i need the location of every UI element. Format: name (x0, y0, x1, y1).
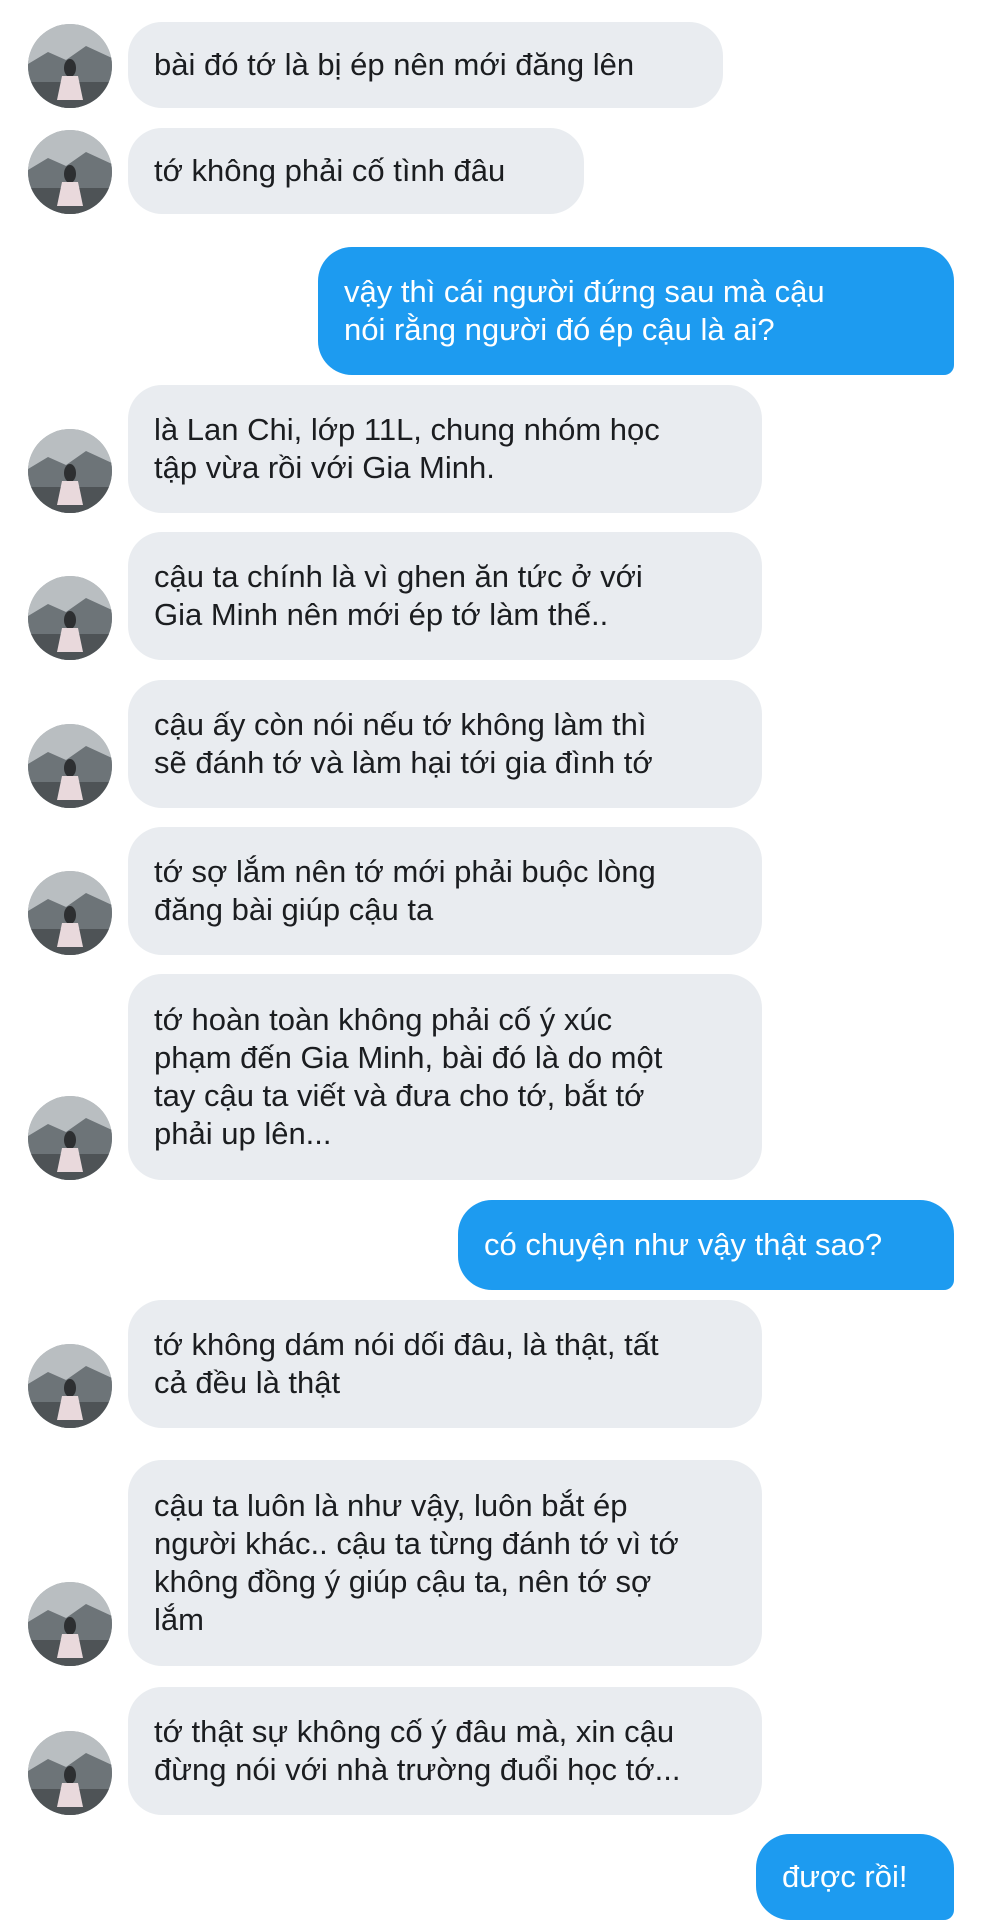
avatar-photo-icon (28, 576, 112, 660)
incoming-message-bubble[interactable]: cậu ta chính là vì ghen ăn tức ở với Gia… (128, 532, 762, 660)
incoming-message-bubble[interactable]: tớ không dám nói dối đâu, là thật, tất c… (128, 1300, 762, 1428)
outgoing-message-bubble[interactable]: vậy thì cái người đứng sau mà cậu nói rằ… (318, 247, 954, 375)
avatar-photo-icon (28, 724, 112, 808)
contact-avatar[interactable] (28, 724, 112, 808)
contact-avatar[interactable] (28, 24, 112, 108)
contact-avatar[interactable] (28, 429, 112, 513)
incoming-message-bubble[interactable]: bài đó tớ là bị ép nên mới đăng lên (128, 22, 723, 108)
contact-avatar[interactable] (28, 130, 112, 214)
contact-avatar[interactable] (28, 1096, 112, 1180)
avatar-photo-icon (28, 1096, 112, 1180)
incoming-message-bubble[interactable]: cậu ấy còn nói nếu tớ không làm thì sẽ đ… (128, 680, 762, 808)
contact-avatar[interactable] (28, 576, 112, 660)
incoming-message-bubble[interactable]: tớ thật sự không cố ý đâu mà, xin cậu đừ… (128, 1687, 762, 1815)
avatar-photo-icon (28, 1582, 112, 1666)
incoming-message-bubble[interactable]: cậu ta luôn là như vậy, luôn bắt ép ngườ… (128, 1460, 762, 1666)
contact-avatar[interactable] (28, 1582, 112, 1666)
avatar-photo-icon (28, 871, 112, 955)
avatar-photo-icon (28, 1731, 112, 1815)
incoming-message-bubble[interactable]: tớ hoàn toàn không phải cố ý xúc phạm đế… (128, 974, 762, 1180)
outgoing-message-bubble[interactable]: được rồi! (756, 1834, 954, 1920)
incoming-message-bubble[interactable]: tớ không phải cố tình đâu (128, 128, 584, 214)
outgoing-message-bubble[interactable]: có chuyện như vậy thật sao? (458, 1200, 954, 1290)
avatar-photo-icon (28, 24, 112, 108)
avatar-photo-icon (28, 1344, 112, 1428)
contact-avatar[interactable] (28, 1344, 112, 1428)
contact-avatar[interactable] (28, 871, 112, 955)
contact-avatar[interactable] (28, 1731, 112, 1815)
avatar-photo-icon (28, 429, 112, 513)
avatar-photo-icon (28, 130, 112, 214)
incoming-message-bubble[interactable]: là Lan Chi, lớp 11L, chung nhóm học tập … (128, 385, 762, 513)
incoming-message-bubble[interactable]: tớ sợ lắm nên tớ mới phải buộc lòng đăng… (128, 827, 762, 955)
